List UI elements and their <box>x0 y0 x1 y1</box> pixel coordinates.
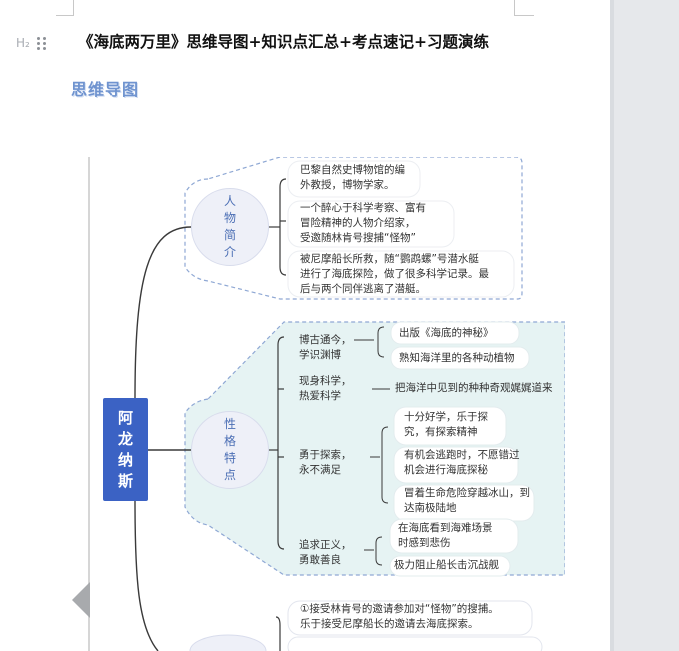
trait-group-1-label-1: 博古通今， <box>299 334 352 346</box>
page-edge-shadow <box>610 0 614 651</box>
section-heading[interactable]: 思维导图 <box>71 76 139 100</box>
third-branch-item-1-line-1: ①接受林肯号的邀请参加对“怪物”的搜捕。 <box>300 603 499 615</box>
branch-char: 介 <box>223 245 236 259</box>
people-item-1-line-1: 巴黎自然史博物馆的编 <box>300 164 405 176</box>
root-char: 龙 <box>117 429 133 448</box>
people-item-2-line-1: 一个醉心于科学考察、富有 <box>300 202 426 214</box>
document-title[interactable]: 《海底两万里》思维导图+知识点汇总+考点速记+习题演练 <box>78 30 489 52</box>
branch-node-traits: 性 格 特 点 <box>191 411 269 489</box>
root-char: 阿 <box>117 408 133 427</box>
drag-handle-icon[interactable] <box>37 37 47 51</box>
previous-arrow-icon[interactable] <box>72 582 90 618</box>
heading-level-badge[interactable]: H₂ <box>16 36 30 50</box>
right-gutter <box>610 0 679 651</box>
trait-group-2-detail-1: 把海洋中见到的种种奇观娓娓道来 <box>395 382 553 394</box>
trait-group-1-label-2: 学识渊博 <box>299 349 341 361</box>
branch-char: 格 <box>223 434 236 448</box>
trait-group-4-detail-2: 极力阻止船长击沉战舰 <box>394 559 499 571</box>
trait-group-4-detail-1-line-1: 在海底看到海难场景 <box>398 522 493 534</box>
document-page: H₂ 《海底两万里》思维导图+知识点汇总+考点速记+习题演练 思维导图 阿 龙 … <box>0 0 610 651</box>
mindmap-image: 阿 龙 纳 斯 人 物 简 介 巴黎自然史博物馆的编 外教授，博物学家。 一个醉… <box>88 157 565 651</box>
root-char: 纳 <box>117 450 133 469</box>
trait-group-4-detail-1-line-2: 时感到悲伤 <box>398 537 451 549</box>
branch-char: 人 <box>223 194 236 208</box>
trait-group-3-detail-2-line-2: 机会进行海底探秘 <box>404 464 488 476</box>
branch-char: 性 <box>223 417 236 431</box>
trait-group-3-detail-1-line-2: 究，有探索精神 <box>404 426 478 438</box>
trait-group-4-label-2: 勇敢善良 <box>299 554 341 566</box>
branch-char: 简 <box>223 228 236 242</box>
trait-group-3-detail-1-line-1: 十分好学，乐于探 <box>404 411 488 423</box>
third-branch-item-1-line-2: 乐于接受尼摩船长的邀请去海底探索。 <box>300 618 479 630</box>
people-item-3-line-3: 后与两个同伴逃离了潜艇。 <box>300 283 426 295</box>
branch-char: 点 <box>223 468 236 482</box>
trait-group-3-detail-3-line-2: 达南极陆地 <box>404 502 457 514</box>
branch-char: 特 <box>223 451 236 465</box>
trait-group-3-label-2: 永不满足 <box>299 464 341 476</box>
people-item-3-line-2: 进行了海底探险，做了很多科学记录。最 <box>300 268 489 280</box>
trait-group-1-detail-2: 熟知海洋里的各种动植物 <box>399 352 515 364</box>
trait-group-3-detail-2-line-1: 有机会逃跑时，不愿错过 <box>404 449 520 461</box>
root-char: 斯 <box>117 471 133 490</box>
mindmap-root-node: 阿 龙 纳 斯 <box>103 398 148 501</box>
people-item-1-line-2: 外教授，博物学家。 <box>300 179 395 191</box>
trait-group-4-label-1: 追求正义， <box>299 539 352 551</box>
trait-group-1-detail-1: 出版《海底的神秘》 <box>399 327 494 339</box>
trait-group-2-label-2: 热爱科学 <box>299 390 341 402</box>
trait-group-3-detail-3-line-1: 冒着生命危险穿越冰山，到 <box>404 487 530 499</box>
trait-group-2-label-1: 现身科学， <box>299 375 352 387</box>
page-corner-mark <box>56 0 74 16</box>
people-item-3-line-1: 被尼摩船长所救，随“鹦鹉螺”号潜水艇 <box>300 253 479 265</box>
trait-group-3-label-1: 勇于探索， <box>299 449 352 461</box>
branch-node-people: 人 物 简 介 <box>191 188 269 266</box>
people-item-2-line-3: 受邀随林肯号搜捕“怪物” <box>300 232 416 244</box>
branch-char: 物 <box>223 211 236 225</box>
people-item-2-line-2: 冒险精神的人物介绍家， <box>300 217 416 229</box>
page-corner-mark <box>514 0 534 16</box>
mindmap-edge <box>88 157 90 651</box>
